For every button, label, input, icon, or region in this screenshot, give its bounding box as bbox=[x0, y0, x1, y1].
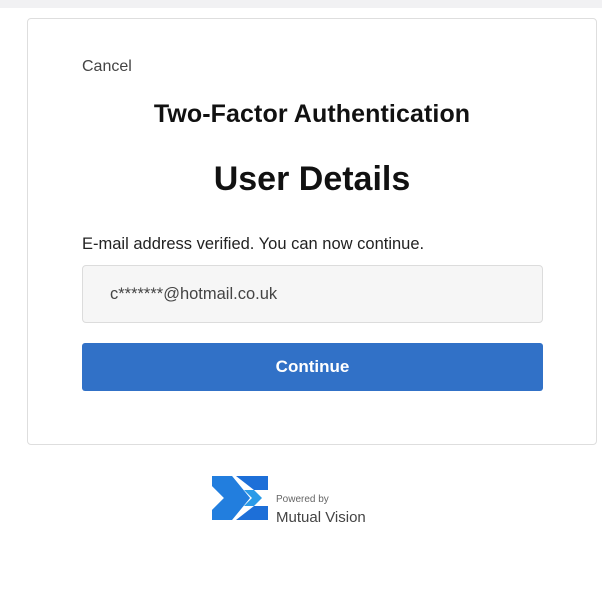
powered-by-label: Powered by bbox=[276, 494, 329, 505]
brand-name: Mutual Vision bbox=[276, 509, 366, 526]
auth-heading: Two-Factor Authentication bbox=[153, 100, 471, 128]
cancel-link[interactable]: Cancel bbox=[82, 58, 132, 76]
verification-status-message: E-mail address verified. You can now con… bbox=[82, 235, 425, 253]
mutual-vision-logo-icon bbox=[212, 476, 268, 520]
page-title: User Details bbox=[213, 160, 411, 198]
continue-button[interactable]: Continue bbox=[82, 343, 543, 391]
email-field[interactable] bbox=[82, 265, 543, 323]
